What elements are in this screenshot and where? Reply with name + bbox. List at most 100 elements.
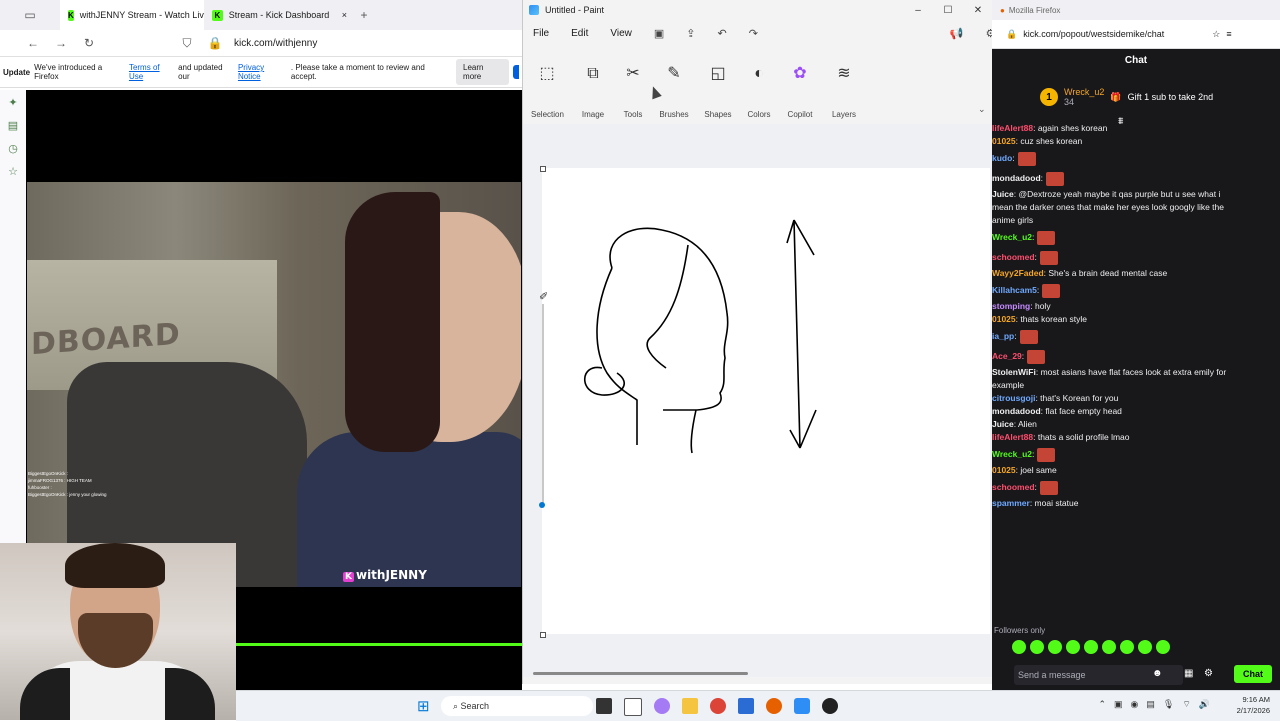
horizontal-scrollbar[interactable] (533, 672, 748, 675)
chat-username[interactable]: spammer (992, 498, 1030, 508)
chat-username[interactable]: Wreck_u2 (992, 232, 1032, 242)
ribbon-brushes[interactable]: ✎ Brushes (658, 60, 690, 119)
eraser-icon[interactable]: ✐ (539, 290, 548, 303)
ribbon-layers[interactable]: ≋ Layers (829, 60, 859, 119)
chat-username[interactable]: Juice (992, 419, 1014, 429)
emote-button[interactable] (1030, 640, 1044, 654)
wifi-icon[interactable]: ⌔ (1182, 699, 1190, 710)
chat-username[interactable]: ia_pp (992, 331, 1014, 341)
gift-icon[interactable]: ▦ (1184, 668, 1193, 679)
clock[interactable]: 9:16 AM 2/17/2026 (1237, 694, 1270, 716)
pinned-gift-banner[interactable]: 1 Wreck_u2 34 🎁 Gift 1 sub to take 2nd (992, 73, 1280, 121)
tab-close-icon[interactable]: × (342, 10, 347, 20)
chat-username[interactable]: mondadood (992, 173, 1041, 183)
chat-username[interactable]: 01025 (992, 136, 1016, 146)
bookmark-star-icon[interactable]: ☆ (1212, 29, 1220, 40)
emote-button[interactable] (1138, 640, 1152, 654)
right-address-bar[interactable]: kick.com/popout/westsidemike/chat (1023, 29, 1164, 39)
ribbon-image[interactable]: ⧉ Image (578, 60, 608, 119)
chat-username[interactable]: 01025 (992, 465, 1016, 475)
ribbon-tools[interactable]: ✂ Tools (618, 60, 648, 119)
address-bar[interactable]: kick.com/withjenny (234, 38, 317, 49)
notepad-icon[interactable] (738, 698, 754, 714)
terms-of-use-link[interactable]: Terms of Use (129, 63, 174, 81)
share-icon[interactable]: ⇪ (686, 27, 695, 40)
obs-icon[interactable] (822, 698, 838, 714)
tab-withjenny[interactable]: K withJENNY Stream - Watch Live × (60, 0, 204, 30)
emote-button[interactable] (1084, 640, 1098, 654)
history-icon[interactable]: ◷ (8, 142, 18, 155)
chat-username[interactable]: Ace_29 (992, 351, 1022, 361)
chat-send-button[interactable]: Chat (1234, 665, 1272, 683)
chat-username[interactable]: StolenWiFi (992, 367, 1036, 377)
ribbon-selection[interactable]: ⬚ Selection (531, 60, 564, 119)
chat-username[interactable]: Killahcam5 (992, 285, 1037, 295)
maximize-button[interactable]: ☐ (933, 0, 963, 20)
shield-icon[interactable]: ⛉ (178, 36, 196, 51)
tray-app-icon[interactable]: ▣ (1114, 699, 1123, 710)
emote-button[interactable] (1120, 640, 1134, 654)
ribbon-shapes[interactable]: ◱ Shapes (703, 60, 733, 119)
file-explorer-icon[interactable] (682, 698, 698, 714)
menu-file[interactable]: File (533, 28, 549, 39)
menu-view[interactable]: View (610, 28, 632, 39)
brush-size-slider[interactable] (542, 304, 544, 504)
menu-edit[interactable]: Edit (571, 28, 588, 39)
emote-button[interactable] (1012, 640, 1026, 654)
forward-icon[interactable]: → (52, 36, 70, 50)
menu-icon[interactable]: ≡ (1226, 29, 1231, 39)
back-icon[interactable]: ← (24, 36, 42, 50)
accept-button[interactable] (513, 65, 519, 79)
sidebar-toggle-icon[interactable]: ▭ (0, 8, 60, 22)
chat-username[interactable]: schoomed (992, 252, 1035, 262)
privacy-notice-link[interactable]: Privacy Notice (238, 63, 287, 81)
chat-username[interactable]: citrousgoji (992, 393, 1035, 403)
copilot-icon[interactable] (654, 698, 670, 714)
firefox-icon[interactable] (766, 698, 782, 714)
ribbon-expand-icon[interactable]: ⌄ (978, 104, 986, 115)
new-tab-button[interactable]: + (355, 8, 373, 22)
emote-button[interactable] (1066, 640, 1080, 654)
chat-username[interactable]: Wayy2Faded (992, 268, 1044, 278)
chat-username[interactable]: Juice (992, 189, 1014, 199)
tray-app-icon[interactable]: ◉ (1131, 699, 1139, 710)
resize-handle[interactable] (540, 166, 546, 172)
save-icon[interactable]: ▣ (654, 27, 664, 40)
paint-icon[interactable] (794, 698, 810, 714)
reload-icon[interactable]: ↻ (80, 36, 98, 50)
megaphone-icon[interactable]: 📢 (950, 27, 964, 40)
taskbar-search[interactable]: ⌕ Search (441, 696, 593, 716)
files-icon[interactable] (624, 698, 642, 716)
ai-sparkle-icon[interactable]: ✦ (8, 96, 17, 109)
redo-icon[interactable]: ↷ (749, 27, 758, 40)
emoji-icon[interactable]: ☻ (1152, 668, 1163, 679)
chat-username[interactable]: mondadood (992, 406, 1041, 416)
chat-username[interactable]: stomping (992, 301, 1030, 311)
emote-button[interactable] (1102, 640, 1116, 654)
microphone-icon[interactable]: 🎙 (1163, 699, 1174, 710)
task-view-icon[interactable] (596, 698, 612, 714)
star-icon[interactable]: ☆ (8, 165, 18, 178)
tab-kick-dashboard[interactable]: K Stream - Kick Dashboard × (204, 0, 355, 30)
settings-icon[interactable]: ⚙ (1204, 668, 1213, 679)
emote-button[interactable] (1156, 640, 1170, 654)
volume-icon[interactable]: 🔊 (1199, 699, 1210, 710)
chat-username[interactable]: schoomed (992, 482, 1035, 492)
tray-app-icon[interactable]: ▤ (1146, 699, 1155, 710)
ribbon-colors[interactable]: ◐ Colors (745, 60, 773, 119)
brush-size-knob[interactable] (539, 502, 545, 508)
drawing-canvas[interactable] (542, 168, 990, 634)
chat-username[interactable]: Wreck_u2 (992, 449, 1032, 459)
chrome-icon[interactable] (710, 698, 726, 714)
resize-handle[interactable] (540, 632, 546, 638)
chat-username[interactable]: lifeAlert88 (992, 432, 1033, 442)
chat-username[interactable]: lifeAlert88 (992, 123, 1033, 133)
close-button[interactable]: ✕ (963, 0, 993, 20)
emote-button[interactable] (1048, 640, 1062, 654)
ribbon-copilot[interactable]: ✿ Copilot (785, 60, 815, 119)
bookmarks-icon[interactable]: ▤ (8, 119, 18, 132)
chat-username[interactable]: kudo (992, 153, 1012, 163)
windows-start-icon[interactable]: ⊞ (417, 697, 430, 715)
minimize-button[interactable]: – (903, 0, 933, 20)
tray-chevron-icon[interactable]: ⌃ (1098, 699, 1106, 710)
